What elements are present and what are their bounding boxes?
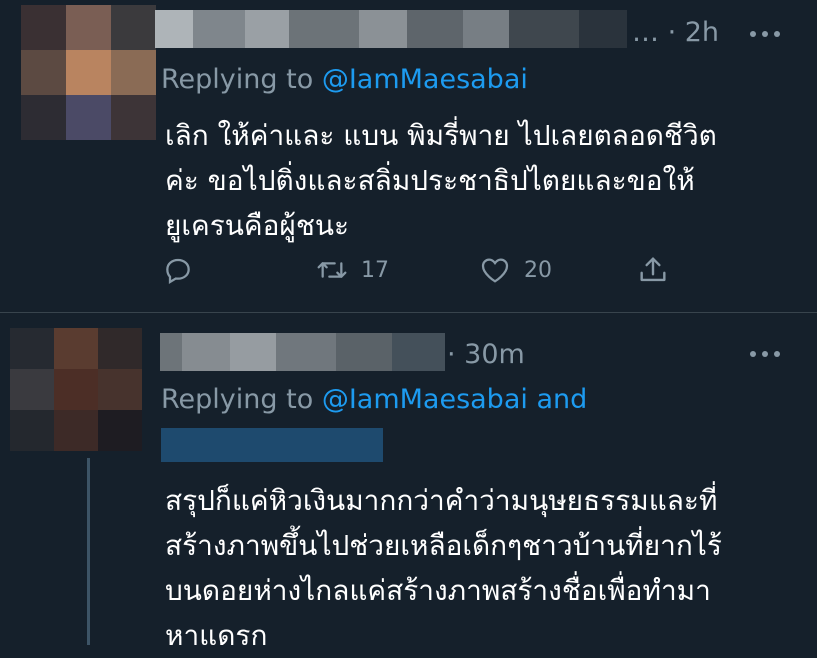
replying-handle-link[interactable]: @IamMaesabai [322, 64, 528, 95]
reply-button[interactable] [162, 252, 194, 288]
like-button[interactable]: 20 [478, 252, 552, 288]
reply-icon [166, 258, 190, 285]
tweet-text: สรุปก็แค่หิวเงินมากกว่าคำว่ามนุษยธรรมและ… [165, 478, 722, 658]
replying-to: Replying to @IamMaesabai and [161, 383, 587, 417]
tweet-reply-1[interactable]: … · 2h Replying to @IamMaesabai เลิก ให้… [0, 0, 817, 312]
mention-blurred[interactable] [161, 428, 383, 462]
tweet-text-line: ยูเครนคือผู้ชนะ [165, 209, 350, 242]
author-name-blurred[interactable] [160, 333, 445, 371]
replying-handle-link[interactable]: @IamMaesabai and [322, 384, 587, 415]
author-name-blurred[interactable] [155, 10, 627, 48]
retweet-count: 17 [361, 257, 389, 283]
replying-to: Replying to @IamMaesabai [161, 63, 528, 97]
timestamp[interactable]: · 30m [447, 338, 525, 372]
tweet-text: เลิก ให้ค่าและ แบน พิมรี่พาย ไปเลยตลอดชี… [165, 113, 717, 248]
like-count: 20 [524, 257, 552, 283]
replying-label: Replying to [161, 64, 314, 95]
more-icon[interactable] [750, 349, 780, 359]
replying-label: Replying to [161, 384, 314, 415]
retweet-button[interactable]: 17 [315, 252, 389, 288]
tweet-divider [0, 312, 817, 313]
timestamp[interactable]: … · 2h [632, 16, 719, 50]
share-icon [640, 257, 666, 282]
tweet-text-line: สรุปก็แค่หิวเงินมากกว่าคำว่ามนุษยธรรมและ… [165, 484, 718, 517]
avatar[interactable] [10, 328, 142, 451]
tweet-text-line: ค่ะ ขอไปติ่งและสลิ่มประชาธิปไตยและขอให้ [165, 164, 695, 197]
tweet-text-line: หาแดรก [165, 619, 268, 652]
like-icon [481, 258, 509, 283]
thread-line [87, 458, 90, 645]
avatar[interactable] [21, 5, 156, 140]
more-icon[interactable] [750, 29, 780, 39]
tweet-text-line: เลิก ให้ค่าและ แบน พิมรี่พาย ไปเลยตลอดชี… [165, 119, 717, 152]
retweet-icon [317, 262, 347, 278]
tweet-text-line: บนดอยห่างไกลแค่สร้างภาพสร้างชื่อเพื่อทำม… [165, 574, 711, 607]
share-button[interactable] [636, 252, 670, 288]
tweet-text-line: สร้างภาพขึ้นไปช่วยเหลือเด็กๆชาวบ้านที่ยา… [165, 529, 722, 562]
